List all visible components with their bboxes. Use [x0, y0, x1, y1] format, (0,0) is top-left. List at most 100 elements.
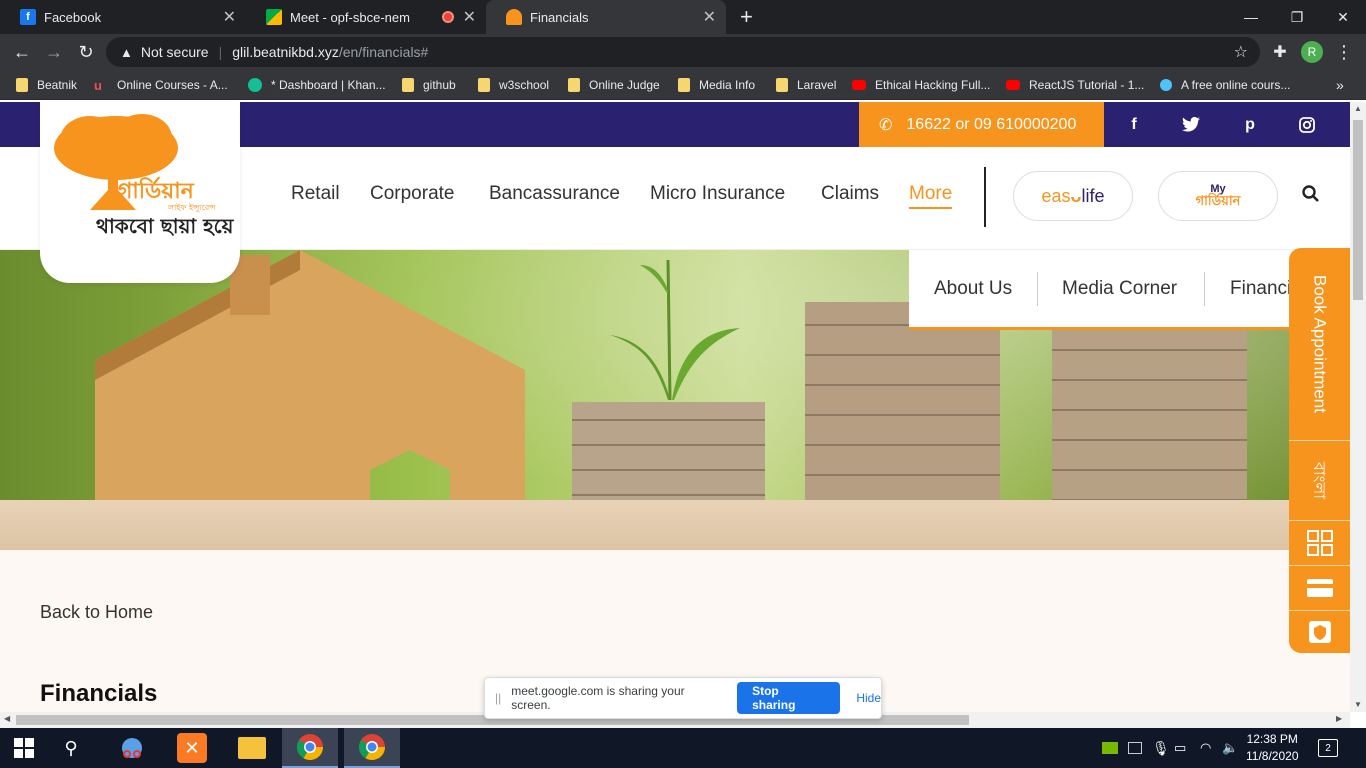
bookmark-item[interactable]: Online Judge: [568, 70, 660, 100]
scroll-thumb[interactable]: [1353, 120, 1363, 300]
star-icon[interactable]: ☆: [1234, 42, 1248, 62]
nvidia-icon[interactable]: [1102, 728, 1118, 768]
scroll-down-icon[interactable]: ▼: [1354, 700, 1362, 709]
bangla-language-button[interactable]: বাংলা: [1289, 441, 1350, 521]
scroll-left-icon[interactable]: ◀: [4, 714, 10, 723]
folder-icon: [402, 78, 414, 92]
smile-icon: ᴗ: [1070, 185, 1082, 206]
minimize-button[interactable]: —: [1228, 0, 1274, 34]
vertical-scrollbar[interactable]: ▲ ▼: [1350, 102, 1366, 712]
url-host: glil.beatnikbd.xyz: [232, 44, 339, 60]
battery-icon[interactable]: ▭: [1174, 728, 1186, 768]
bookmark-label: Online Courses - A...: [117, 78, 228, 92]
restore-button[interactable]: ❐: [1274, 0, 1320, 34]
display-icon[interactable]: [1128, 728, 1142, 768]
tab-meet[interactable]: Meet - opf-sbce-nem ✕: [246, 0, 486, 34]
submenu-about-us[interactable]: About Us: [934, 278, 1012, 300]
nav-claims[interactable]: Claims: [821, 183, 879, 205]
bookmark-item[interactable]: github: [402, 70, 456, 100]
close-icon[interactable]: ✕: [223, 7, 236, 27]
instagram-icon[interactable]: [1292, 102, 1322, 147]
address-bar[interactable]: ▲ Not secure | glil.beatnikbd.xyz/en/fin…: [106, 37, 1260, 67]
phone-icon: ✆: [879, 116, 893, 134]
payment-card-icon[interactable]: [1289, 566, 1350, 611]
nav-retail[interactable]: Retail: [291, 183, 340, 205]
bookmark-item[interactable]: Media Info: [678, 70, 755, 100]
bookmark-item[interactable]: Beatnik: [16, 70, 77, 100]
logo-tagline: থাকবো ছায়া হয়ে: [96, 214, 234, 238]
submenu-financials[interactable]: Financi: [1230, 278, 1291, 300]
my-guardian-text: গার্ডিয়ান: [1195, 194, 1241, 209]
volume-icon[interactable]: 🔈: [1222, 728, 1238, 768]
calculator-icon[interactable]: [1289, 521, 1350, 566]
bookmark-item[interactable]: A free online cours...: [1160, 70, 1290, 100]
bookmark-item[interactable]: w3school: [478, 70, 549, 100]
facebook-icon[interactable]: f: [1119, 102, 1149, 147]
wifi-icon[interactable]: ◠: [1200, 728, 1211, 768]
profile-button[interactable]: R: [1296, 34, 1328, 70]
drag-handle-icon[interactable]: ||: [495, 691, 501, 705]
logo-card[interactable]: গার্ডিয়ান লাইফ ইন্স্যুরেন্স থাকবো ছায়া…: [40, 102, 240, 283]
close-window-button[interactable]: ✕: [1320, 0, 1366, 34]
tab-financials[interactable]: Financials ✕: [486, 0, 726, 34]
youtube-icon: [1006, 80, 1020, 90]
reload-icon[interactable]: ↻: [70, 34, 102, 70]
bangla-label: বাংলা: [1310, 462, 1329, 499]
close-icon[interactable]: ✕: [463, 7, 476, 27]
bookmark-item[interactable]: u Online Courses - A...: [94, 70, 228, 100]
extensions-icon[interactable]: ✚: [1264, 34, 1296, 70]
nav-more[interactable]: More: [909, 183, 953, 209]
google-meet-icon: [266, 9, 282, 25]
nav-micro-insurance[interactable]: Micro Insurance: [650, 183, 785, 205]
back-to-home-link[interactable]: Back to Home: [40, 602, 153, 623]
folder-icon: [568, 78, 580, 92]
page-title: Financials: [40, 680, 158, 707]
back-arrow-icon[interactable]: ←: [6, 34, 38, 70]
twitter-icon[interactable]: [1176, 102, 1206, 147]
stop-sharing-button[interactable]: Stop sharing: [737, 682, 841, 714]
bookmark-item[interactable]: Laravel: [776, 70, 836, 100]
notification-icon[interactable]: 2: [1318, 728, 1338, 768]
xampp-icon[interactable]: ✕: [164, 728, 220, 768]
close-icon[interactable]: ✕: [703, 7, 716, 27]
divider: [1037, 272, 1038, 306]
menu-dots-icon[interactable]: ⋮: [1328, 34, 1360, 70]
scroll-right-icon[interactable]: ▶: [1336, 714, 1342, 723]
scroll-up-icon[interactable]: ▲: [1354, 104, 1362, 113]
new-tab-button[interactable]: +: [732, 0, 764, 34]
tab-facebook[interactable]: f Facebook ✕: [0, 0, 246, 34]
nav-bancassurance[interactable]: Bancassurance: [489, 183, 620, 205]
more-dropdown-menu: About Us Media Corner Financi: [909, 250, 1299, 330]
bookmark-item[interactable]: * Dashboard | Khan...: [248, 70, 386, 100]
more-bookmarks-button[interactable]: »: [1336, 70, 1344, 100]
folder-icon: [478, 78, 490, 92]
chrome-icon[interactable]: [282, 728, 338, 768]
snipping-tool-icon[interactable]: [104, 728, 160, 768]
chrome-icon[interactable]: [344, 728, 400, 768]
file-explorer-icon[interactable]: [224, 728, 280, 768]
shield-icon[interactable]: [1289, 611, 1350, 653]
facebook-icon: f: [20, 9, 36, 25]
bookmark-item[interactable]: ReactJS Tutorial - 1...: [1006, 70, 1144, 100]
book-appointment-button[interactable]: Book Appointment: [1289, 248, 1350, 441]
hide-button[interactable]: Hide: [856, 691, 881, 705]
clock[interactable]: 12:38 PM 11/8/2020: [1246, 728, 1299, 768]
bookmark-item[interactable]: Ethical Hacking Full...: [852, 70, 990, 100]
search-icon[interactable]: ⚲: [46, 728, 96, 768]
easylife-text: eas: [1041, 185, 1071, 206]
search-icon[interactable]: [1302, 185, 1320, 208]
khan-academy-icon: [248, 78, 262, 92]
phone-link[interactable]: ✆ 16622 or 09 610000200: [859, 102, 1104, 147]
nav-corporate[interactable]: Corporate: [370, 183, 455, 205]
microphone-icon[interactable]: 🎙: [1152, 728, 1170, 768]
windows-start-icon[interactable]: [0, 728, 48, 768]
forward-arrow-icon[interactable]: →: [38, 34, 70, 70]
pinterest-icon[interactable]: p: [1235, 102, 1265, 147]
submenu-media-corner[interactable]: Media Corner: [1062, 278, 1177, 300]
folder-icon: [16, 78, 28, 92]
hero-ground: [0, 500, 1350, 550]
youtube-icon: [852, 80, 866, 90]
my-guardian-button[interactable]: My গার্ডিয়ান: [1158, 171, 1278, 221]
warning-icon: ▲: [120, 44, 133, 60]
easylife-button[interactable]: eas ᴗ life: [1013, 171, 1133, 221]
